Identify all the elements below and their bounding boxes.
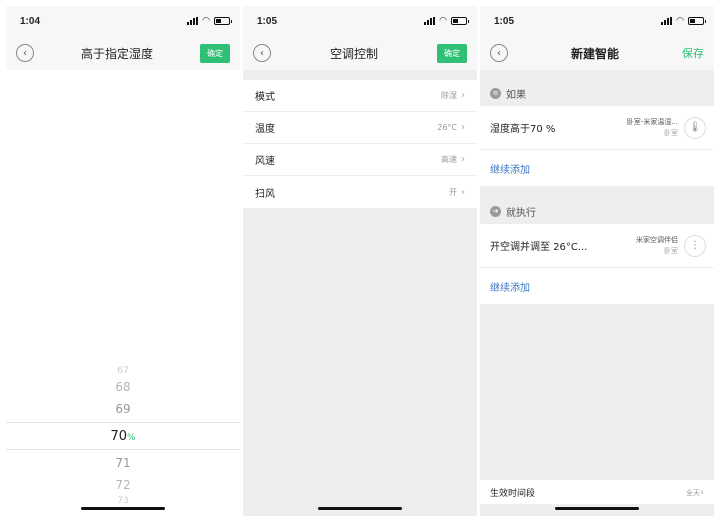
- signal-icon: [424, 17, 436, 25]
- status-time: 1:04: [20, 15, 41, 27]
- if-icon: ≡: [490, 87, 501, 99]
- setting-label: 风速: [255, 156, 275, 167]
- then-icon: ➜: [490, 205, 501, 217]
- status-icons: ◠: [187, 16, 232, 26]
- home-indicator[interactable]: [318, 507, 402, 510]
- setting-label: 模式: [255, 92, 275, 103]
- picker-selected-value: 70: [110, 429, 127, 444]
- setting-temperature[interactable]: 温度 26°C ›: [243, 112, 477, 144]
- humidity-threshold-screen: 1:04 ◠ ‹ 高于指定湿度 确定 67 68 69 70% 71 72 73: [6, 6, 240, 516]
- picker-item[interactable]: 67: [6, 366, 240, 376]
- page-title: 新建智能: [570, 46, 619, 61]
- wifi-icon: ◠: [676, 16, 684, 26]
- then-section-label: ➜ 就执行: [480, 198, 714, 224]
- new-automation-screen: 1:05 ◠ ‹ 新建智能 保存 ≡ 如果 湿度高于70 % 卧室-米家温湿..…: [480, 6, 714, 516]
- ac-icon: ⋮: [684, 234, 706, 257]
- settings-list: 模式 除湿 › 温度 26°C › 风速 高速 › 扫风 开 ›: [243, 80, 477, 208]
- status-icons: ◠: [661, 16, 706, 26]
- action-text: 开空调并调至 26°C...: [490, 242, 588, 253]
- signal-icon: [661, 17, 673, 25]
- thermometer-icon: 🌡: [684, 116, 706, 139]
- chevron-right-icon: ›: [461, 186, 465, 198]
- setting-label: 扫风: [255, 188, 275, 200]
- setting-value: 除湿: [441, 91, 457, 100]
- condition-device: 卧室-米家温湿...: [626, 117, 678, 126]
- setting-swing[interactable]: 扫风 开 ›: [243, 176, 477, 208]
- setting-mode[interactable]: 模式 除湿 ›: [243, 80, 477, 112]
- if-label: 如果: [506, 89, 526, 101]
- page-title: 高于指定湿度: [80, 46, 153, 61]
- chevron-right-icon: ›: [461, 90, 465, 101]
- condition-row[interactable]: 湿度高于70 % 卧室-米家温湿... 卧室 🌡: [480, 106, 714, 150]
- then-label: 就执行: [506, 207, 536, 219]
- status-time: 1:05: [494, 15, 515, 27]
- action-room: 卧室: [664, 246, 678, 255]
- picker-item[interactable]: 69: [6, 398, 240, 420]
- save-button[interactable]: 保存: [682, 45, 704, 61]
- effective-period-value: 全天: [686, 488, 700, 497]
- nav-bar: ‹ 空调控制 确定: [243, 36, 477, 70]
- if-section-label: ≡ 如果: [480, 80, 714, 106]
- picker-item[interactable]: 71: [6, 452, 240, 474]
- picker-unit: %: [126, 433, 136, 443]
- status-bar: 1:04 ◠: [6, 6, 240, 36]
- picker-item[interactable]: 68: [6, 376, 240, 398]
- picker-selected-item[interactable]: 70%: [6, 422, 240, 450]
- signal-icon: [187, 17, 199, 25]
- chevron-right-icon: ›: [461, 122, 465, 133]
- home-indicator[interactable]: [81, 507, 165, 510]
- status-icons: ◠: [424, 16, 469, 26]
- status-bar: 1:05 ◠: [243, 6, 477, 36]
- battery-icon: [451, 17, 469, 25]
- effective-period-label: 生效时间段: [490, 488, 536, 499]
- setting-value: 高速: [441, 155, 457, 164]
- picker-item[interactable]: 73: [6, 496, 240, 506]
- nav-bar: ‹ 高于指定湿度 确定: [6, 36, 240, 70]
- humidity-picker[interactable]: 67 68 69 70% 71 72 73: [6, 366, 240, 506]
- ac-control-screen: 1:05 ◠ ‹ 空调控制 确定 模式 除湿 › 温度 26°C › 风速 高速 › …: [243, 6, 477, 516]
- battery-icon: [214, 17, 232, 25]
- add-action-link[interactable]: 继续添加: [480, 268, 714, 304]
- chevron-right-icon: ›: [461, 154, 465, 165]
- wifi-icon: ◠: [439, 16, 447, 26]
- status-time: 1:05: [257, 15, 278, 27]
- wifi-icon: ◠: [202, 16, 210, 26]
- setting-fan-speed[interactable]: 风速 高速 ›: [243, 144, 477, 176]
- home-indicator[interactable]: [555, 507, 639, 510]
- condition-card: 湿度高于70 % 卧室-米家温湿... 卧室 🌡 继续添加: [480, 106, 714, 186]
- action-row[interactable]: 开空调并调至 26°C... 米家空调伴侣 卧室 ⋮: [480, 224, 714, 268]
- chevron-right-icon: ›: [700, 486, 704, 498]
- setting-label: 温度: [255, 124, 275, 135]
- condition-text: 湿度高于70 %: [490, 124, 556, 135]
- nav-bar: ‹ 新建智能 保存: [480, 36, 714, 70]
- confirm-button[interactable]: 确定: [436, 43, 467, 63]
- condition-room: 卧室: [664, 128, 678, 137]
- action-card: 开空调并调至 26°C... 米家空调伴侣 卧室 ⋮ 继续添加: [480, 224, 714, 304]
- status-bar: 1:05 ◠: [480, 6, 714, 36]
- confirm-button[interactable]: 确定: [199, 43, 230, 63]
- back-icon[interactable]: ‹: [490, 44, 508, 62]
- page-title: 空调控制: [329, 46, 378, 61]
- back-icon[interactable]: ‹: [253, 44, 271, 62]
- setting-value: 开: [449, 187, 457, 197]
- action-device: 米家空调伴侣: [636, 235, 678, 244]
- battery-icon: [688, 17, 706, 25]
- effective-period-row[interactable]: 生效时间段 全天›: [480, 480, 714, 504]
- setting-value: 26°C: [437, 123, 457, 132]
- picker-item[interactable]: 72: [6, 474, 240, 496]
- back-icon[interactable]: ‹: [16, 44, 34, 62]
- add-condition-link[interactable]: 继续添加: [480, 150, 714, 186]
